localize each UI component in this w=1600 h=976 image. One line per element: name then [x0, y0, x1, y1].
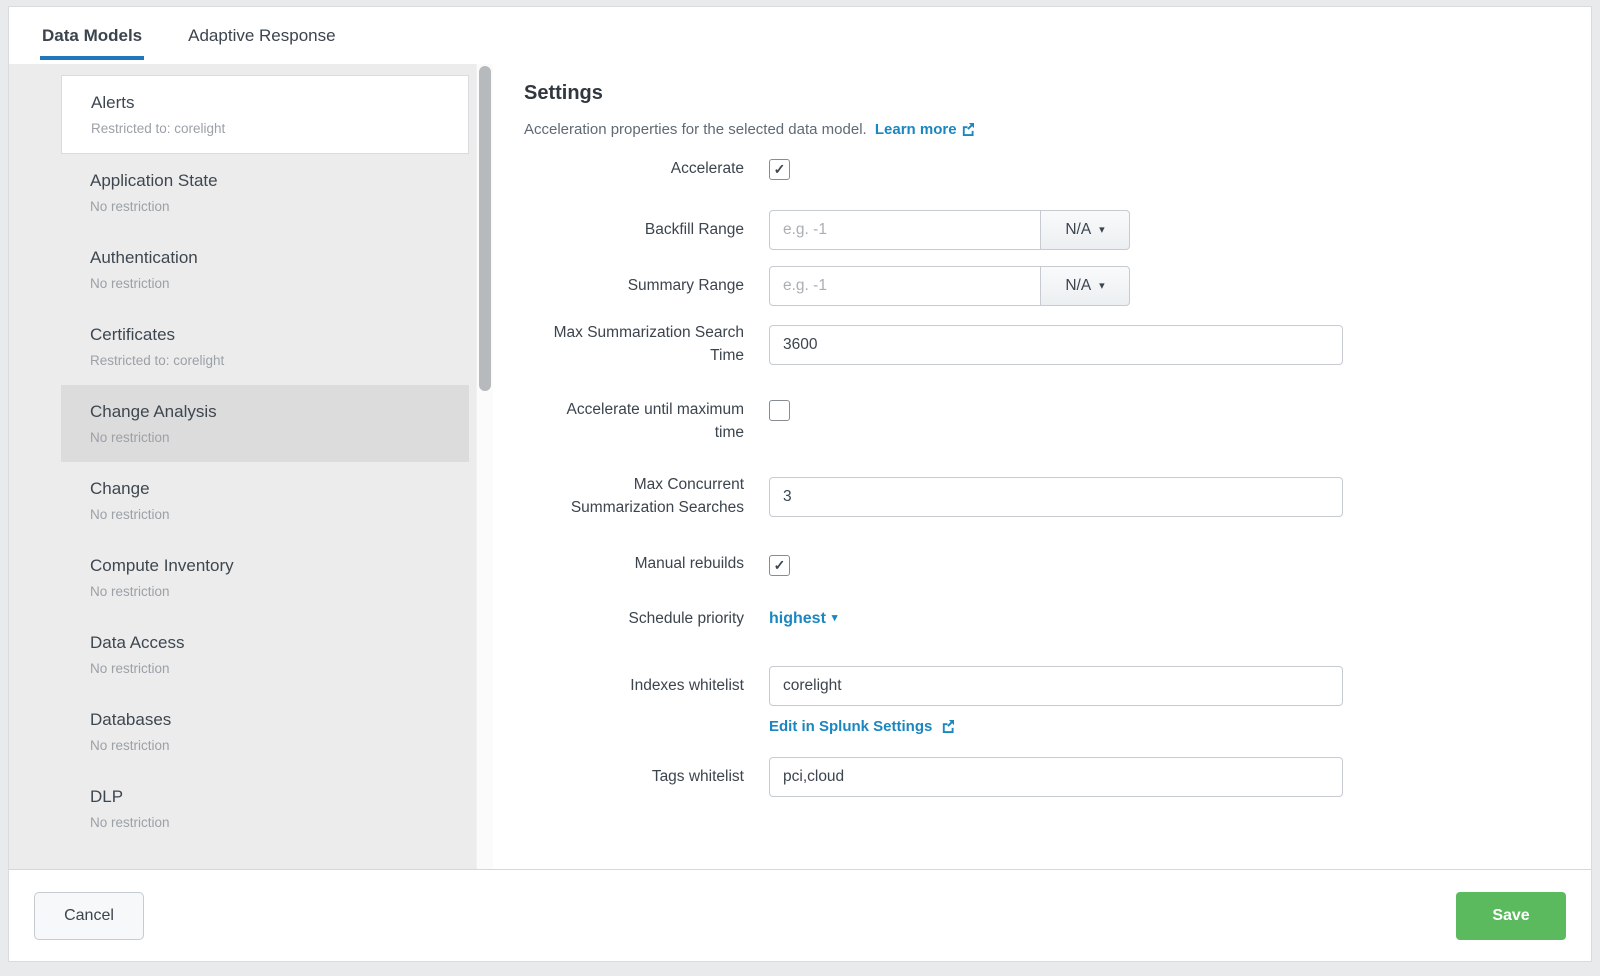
page-title: Settings: [524, 82, 1551, 105]
max-concurrent-summarization-searches-input[interactable]: [769, 477, 1343, 517]
row-summary-range: Summary Range N/A ▾: [524, 266, 1551, 306]
accelerate-checkbox[interactable]: ✓: [769, 159, 790, 180]
dialog-footer: Cancel Save: [9, 869, 1591, 961]
cancel-button[interactable]: Cancel: [34, 892, 144, 940]
model-restriction: No restriction: [90, 661, 469, 676]
tags-whitelist-input[interactable]: [769, 757, 1343, 797]
model-name: Data Access: [90, 633, 469, 653]
learn-more-label: Learn more: [875, 121, 957, 138]
row-backfill-range: Backfill Range N/A ▾: [524, 210, 1551, 250]
backfill-range-unit-value: N/A: [1065, 221, 1091, 239]
max-summarization-search-time-label: Max Summarization Search Time: [524, 322, 744, 367]
edit-in-splunk-settings-label: Edit in Splunk Settings: [769, 718, 932, 735]
model-restriction: No restriction: [90, 815, 469, 830]
row-max-summarization-search-time: Max Summarization Search Time: [524, 322, 1551, 367]
row-manual-rebuilds: Manual rebuilds ✓: [524, 553, 1551, 575]
model-restriction: Restricted to: corelight: [90, 353, 469, 368]
row-indexes-whitelist: Indexes whitelist: [524, 666, 1551, 706]
row-tags-whitelist: Tags whitelist: [524, 757, 1551, 797]
backfill-range-input[interactable]: [769, 210, 1041, 250]
settings-description: Acceleration properties for the selected…: [524, 121, 1551, 138]
sidebar-item-application-state[interactable]: Application State No restriction: [61, 154, 469, 231]
accelerate-until-maximum-time-label: Accelerate until maximum time: [524, 399, 744, 444]
schedule-priority-dropdown[interactable]: highest ▾: [769, 610, 837, 628]
sidebar-scrollbar[interactable]: [476, 64, 493, 869]
sidebar-item-change-analysis[interactable]: Change Analysis No restriction: [61, 385, 469, 462]
model-restriction: No restriction: [90, 738, 469, 753]
schedule-priority-value: highest: [769, 610, 826, 628]
model-name: Change: [90, 479, 469, 499]
backfill-range-unit-dropdown[interactable]: N/A ▾: [1040, 210, 1130, 250]
sidebar-item-data-access[interactable]: Data Access No restriction: [61, 616, 469, 693]
tags-whitelist-label: Tags whitelist: [524, 766, 744, 788]
backfill-range-label: Backfill Range: [524, 219, 744, 241]
manual-rebuilds-label: Manual rebuilds: [524, 553, 744, 575]
settings-dialog: Data Models Adaptive Response Alerts Res…: [8, 6, 1592, 962]
indexes-whitelist-label: Indexes whitelist: [524, 675, 744, 697]
row-schedule-priority: Schedule priority highest ▾: [524, 608, 1551, 630]
row-accelerate: Accelerate ✓: [524, 158, 1551, 180]
summary-range-input[interactable]: [769, 266, 1041, 306]
chevron-down-icon: ▾: [832, 613, 838, 624]
learn-more-link[interactable]: Learn more: [875, 121, 974, 138]
model-name: Certificates: [90, 325, 469, 345]
external-link-icon: [961, 123, 974, 136]
sidebar-scrollbar-thumb[interactable]: [479, 66, 491, 391]
model-restriction: No restriction: [90, 430, 469, 445]
row-edit-in-splunk-settings: Edit in Splunk Settings: [524, 718, 1551, 735]
model-restriction: No restriction: [90, 199, 469, 214]
model-restriction: No restriction: [90, 584, 469, 599]
sidebar-item-alerts[interactable]: Alerts Restricted to: corelight: [61, 75, 469, 154]
tab-adaptive-response[interactable]: Adaptive Response: [188, 7, 335, 64]
chevron-down-icon: ▾: [1099, 281, 1105, 292]
indexes-whitelist-input[interactable]: [769, 666, 1343, 706]
tab-data-models-label: Data Models: [42, 26, 142, 46]
sidebar-item-databases[interactable]: Databases No restriction: [61, 693, 469, 770]
model-name: Alerts: [91, 93, 468, 113]
backfill-range-group: N/A ▾: [769, 210, 1130, 250]
max-summarization-search-time-input[interactable]: [769, 325, 1343, 365]
chevron-down-icon: ▾: [1099, 225, 1105, 236]
settings-description-text: Acceleration properties for the selected…: [524, 121, 867, 138]
tab-data-models[interactable]: Data Models: [42, 7, 142, 64]
data-model-list: Alerts Restricted to: corelight Applicat…: [61, 75, 469, 847]
row-accelerate-until-maximum-time: Accelerate until maximum time: [524, 399, 1551, 444]
summary-range-unit-value: N/A: [1065, 277, 1091, 295]
sidebar-item-change[interactable]: Change No restriction: [61, 462, 469, 539]
sidebar-item-compute-inventory[interactable]: Compute Inventory No restriction: [61, 539, 469, 616]
model-name: Databases: [90, 710, 469, 730]
dialog-body: Alerts Restricted to: corelight Applicat…: [9, 64, 1591, 869]
sidebar-item-dlp[interactable]: DLP No restriction: [61, 770, 469, 847]
model-restriction: No restriction: [90, 276, 469, 291]
summary-range-unit-dropdown[interactable]: N/A ▾: [1040, 266, 1130, 306]
settings-panel: Settings Acceleration properties for the…: [493, 64, 1591, 869]
schedule-priority-label: Schedule priority: [524, 608, 744, 630]
edit-in-splunk-settings-link[interactable]: Edit in Splunk Settings: [769, 718, 954, 735]
manual-rebuilds-checkbox[interactable]: ✓: [769, 555, 790, 576]
accelerate-label: Accelerate: [524, 158, 744, 180]
row-max-concurrent-summarization-searches: Max Concurrent Summarization Searches: [524, 474, 1551, 519]
save-button[interactable]: Save: [1456, 892, 1566, 940]
max-concurrent-summarization-searches-label: Max Concurrent Summarization Searches: [524, 474, 744, 519]
external-link-icon: [941, 720, 954, 733]
model-name: Application State: [90, 171, 469, 191]
summary-range-group: N/A ▾: [769, 266, 1130, 306]
model-name: Authentication: [90, 248, 469, 268]
tab-bar: Data Models Adaptive Response: [9, 7, 1591, 64]
sidebar-item-authentication[interactable]: Authentication No restriction: [61, 231, 469, 308]
model-name: Compute Inventory: [90, 556, 469, 576]
data-model-sidebar: Alerts Restricted to: corelight Applicat…: [9, 64, 493, 869]
sidebar-item-certificates[interactable]: Certificates Restricted to: corelight: [61, 308, 469, 385]
model-name: Change Analysis: [90, 402, 469, 422]
summary-range-label: Summary Range: [524, 275, 744, 297]
tab-adaptive-response-label: Adaptive Response: [188, 26, 335, 46]
acceleration-form: Accelerate ✓ Backfill Range N/A ▾: [524, 158, 1551, 797]
accelerate-until-maximum-time-checkbox[interactable]: [769, 400, 790, 421]
model-restriction: No restriction: [90, 507, 469, 522]
model-restriction: Restricted to: corelight: [91, 121, 468, 136]
model-name: DLP: [90, 787, 469, 807]
